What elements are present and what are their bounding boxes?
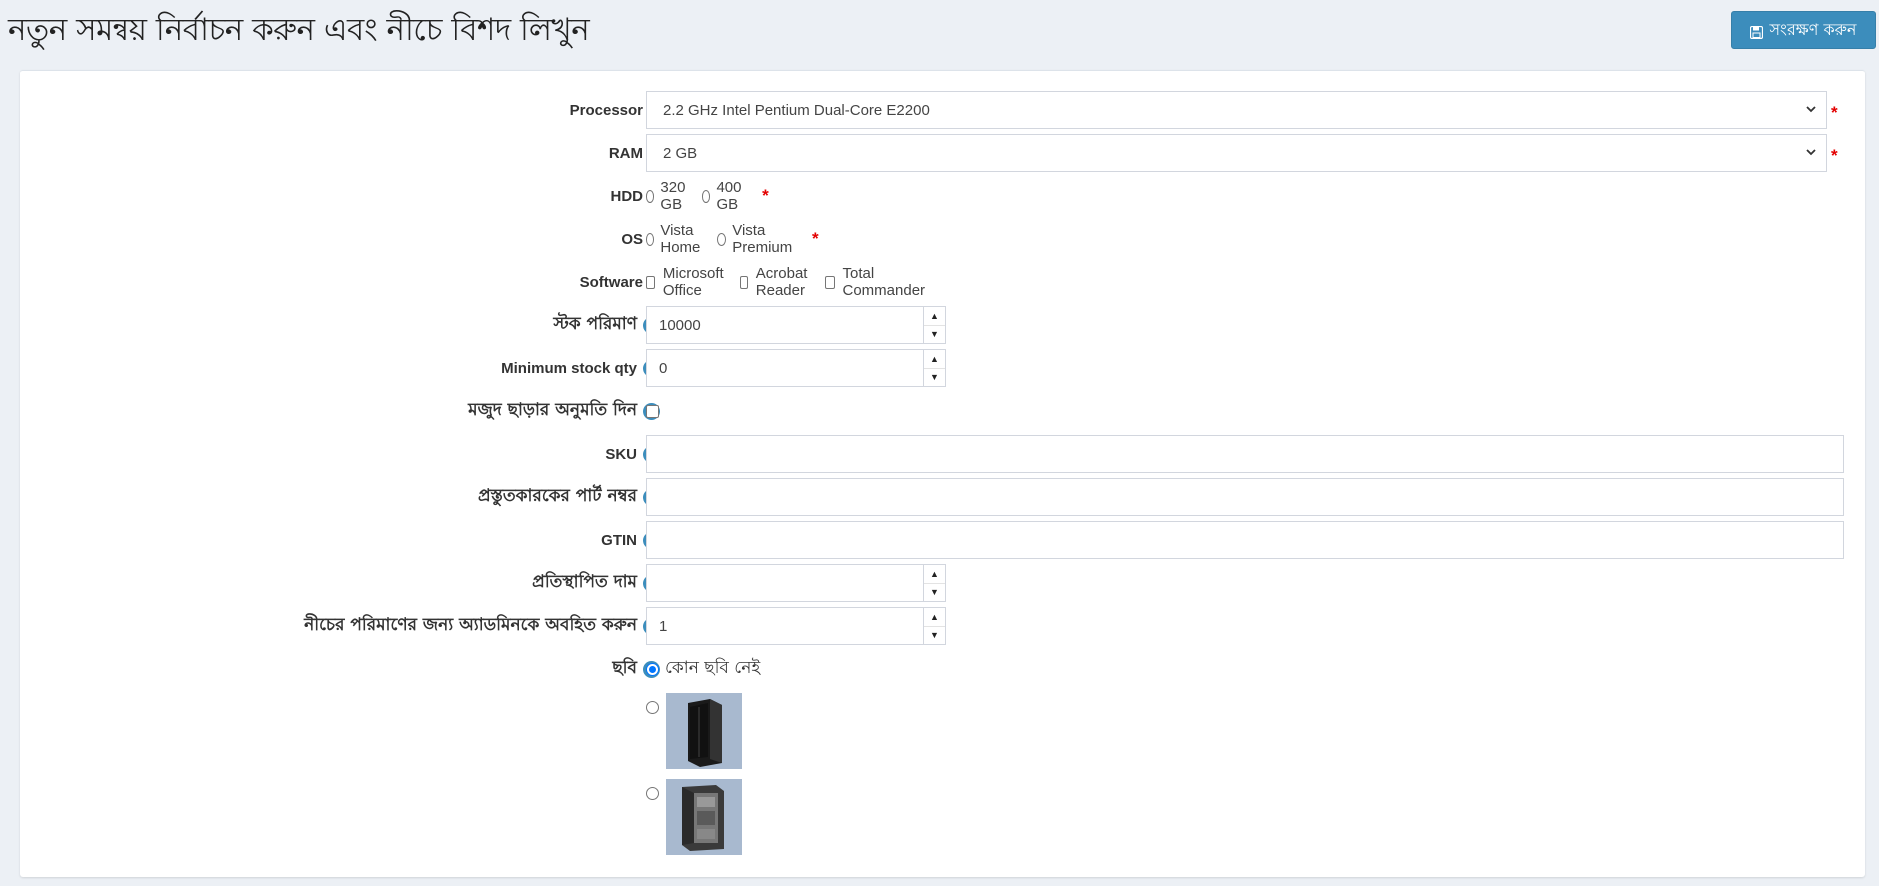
number-spinner[interactable]: ▲ ▼ — [923, 565, 945, 601]
os-option-vista-premium[interactable]: Vista Premium — [717, 222, 796, 256]
spin-down-icon[interactable]: ▼ — [924, 326, 945, 344]
spin-up-icon[interactable]: ▲ — [924, 608, 945, 627]
min-stock-qty-input[interactable]: 0 ▲ ▼ — [646, 349, 946, 387]
radio-button[interactable] — [646, 701, 659, 714]
product-attribute-combination-form: Processor 2.2 GHz Intel Pentium Dual-Cor… — [20, 70, 1865, 877]
software-option-microsoft-office[interactable]: Microsoft Office — [646, 265, 728, 299]
manufacturer-part-number-label: প্রস্তুতকারকের পার্ট নম্বর? — [478, 478, 660, 516]
hdd-label: HDD — [610, 187, 644, 205]
checkbox[interactable] — [824, 275, 835, 289]
sku-input[interactable] — [646, 435, 1844, 473]
allow-out-of-stock-checkbox[interactable] — [646, 404, 659, 418]
number-spinner[interactable]: ▲ ▼ — [923, 608, 945, 644]
chevron-down-icon — [1804, 145, 1818, 159]
number-spinner[interactable]: ▲ ▼ — [923, 307, 945, 343]
required-mark: * — [812, 229, 819, 248]
spin-down-icon[interactable]: ▼ — [924, 627, 945, 645]
stock-qty-row: স্টক পরিমাণ? 10000 ▲▼ — [20, 306, 1865, 344]
radio-button[interactable] — [646, 189, 655, 203]
allow-out-of-stock-label: মজুদ ছাড়ার অনুমতি দিন? — [468, 392, 660, 430]
hdd-option-400[interactable]: 400 GB — [702, 179, 746, 213]
hdd-option-320[interactable]: 320 GB — [646, 179, 690, 213]
radio-button[interactable] — [646, 787, 659, 800]
notify-admin-qty-row: নীচের পরিমাণের জন্য অ্যাডমিনকে অবহিত করু… — [20, 607, 1865, 645]
radio-button[interactable] — [646, 662, 659, 676]
software-option-total-commander[interactable]: Total Commander — [824, 265, 929, 299]
stock-qty-input[interactable]: 10000 ▲ ▼ — [646, 306, 946, 344]
notify-admin-qty-label: নীচের পরিমাণের জন্য অ্যাডমিনকে অবহিত করু… — [304, 607, 660, 645]
radio-button[interactable] — [717, 232, 727, 246]
stock-qty-label: স্টক পরিমাণ? — [553, 306, 660, 344]
checkbox[interactable] — [739, 275, 748, 289]
processor-label: Processor — [569, 101, 643, 119]
ram-row: RAM 2 GB * — [20, 134, 1865, 172]
hdd-row: HDD 320 GB 400 GB * — [20, 177, 1865, 215]
spin-up-icon[interactable]: ▲ — [924, 565, 945, 584]
min-stock-qty-row: Minimum stock qty? 0 ▲▼ — [20, 349, 1865, 387]
gtin-row: GTIN? — [20, 521, 1865, 559]
spin-down-icon[interactable]: ▼ — [924, 369, 945, 387]
checkbox[interactable] — [646, 275, 655, 289]
picture-row: ছবি? কোন ছবি নেই — [20, 650, 1865, 880]
radio-button[interactable] — [646, 232, 655, 246]
min-stock-qty-label: Minimum stock qty? — [501, 349, 660, 387]
required-mark: * — [1831, 103, 1838, 122]
os-label: OS — [621, 230, 643, 248]
manufacturer-part-number-input[interactable] — [646, 478, 1844, 516]
software-label: Software — [579, 273, 643, 291]
spin-up-icon[interactable]: ▲ — [924, 350, 945, 369]
sku-row: SKU? — [20, 435, 1865, 473]
gtin-input[interactable] — [646, 521, 1844, 559]
override-price-input[interactable]: ▲ ▼ — [646, 564, 946, 602]
allow-out-of-stock-row: মজুদ ছাড়ার অনুমতি দিন? — [20, 392, 1865, 430]
number-spinner[interactable]: ▲ ▼ — [923, 350, 945, 386]
radio-button[interactable] — [702, 189, 711, 203]
ram-select[interactable]: 2 GB — [646, 134, 1827, 172]
software-row: Software Microsoft Office Acrobat Reader… — [20, 263, 1865, 301]
save-button-label: সংরক্ষণ করুন — [1769, 19, 1857, 39]
ram-label: RAM — [608, 144, 643, 162]
ram-selected-value: 2 GB — [663, 144, 698, 162]
required-mark: * — [762, 186, 769, 205]
override-price-row: প্রতিস্থাপিত দাম? ▲▼ — [20, 564, 1865, 602]
manufacturer-part-number-row: প্রস্তুতকারকের পার্ট নম্বর? — [20, 478, 1865, 516]
no-picture-option[interactable]: কোন ছবি নেই — [646, 650, 760, 688]
required-mark: * — [1831, 146, 1838, 165]
os-option-vista-home[interactable]: Vista Home — [646, 222, 705, 256]
os-row: OS Vista Home Vista Premium * — [20, 220, 1865, 258]
spin-down-icon[interactable]: ▼ — [924, 584, 945, 602]
floppy-disk-icon — [1750, 24, 1764, 39]
page-title: নতুন সমন্বয় নির্বাচন করুন এবং নীচে বিশদ… — [8, 12, 590, 48]
server-tower-black-thumbnail — [666, 693, 742, 769]
spin-up-icon[interactable]: ▲ — [924, 307, 945, 326]
processor-row: Processor 2.2 GHz Intel Pentium Dual-Cor… — [20, 91, 1865, 129]
processor-selected-value: 2.2 GHz Intel Pentium Dual-Core E2200 — [663, 101, 930, 119]
notify-admin-qty-input[interactable]: 1 ▲ ▼ — [646, 607, 946, 645]
server-tower-open-thumbnail — [666, 779, 742, 855]
override-price-label: প্রতিস্থাপিত দাম? — [532, 564, 660, 602]
save-button[interactable]: সংরক্ষণ করুন — [1731, 11, 1876, 49]
processor-select[interactable]: 2.2 GHz Intel Pentium Dual-Core E2200 — [646, 91, 1827, 129]
software-option-acrobat-reader[interactable]: Acrobat Reader — [739, 265, 813, 299]
chevron-down-icon — [1804, 102, 1818, 116]
